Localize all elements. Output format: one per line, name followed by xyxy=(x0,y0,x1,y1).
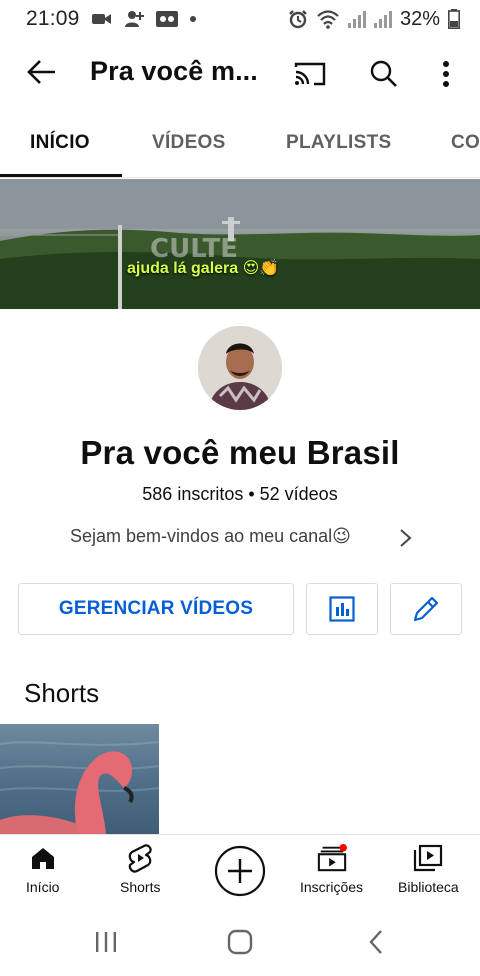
wifi-icon xyxy=(316,9,340,29)
pencil-icon xyxy=(411,594,441,624)
tab-indicator xyxy=(0,174,122,177)
alarm-icon xyxy=(288,9,308,29)
short-thumbnail[interactable] xyxy=(0,724,159,834)
channel-name: Pra você meu Brasil xyxy=(80,434,400,471)
cast-icon[interactable] xyxy=(292,56,328,92)
signal-icon xyxy=(347,10,366,28)
channel-banner: CULTE ajuda lá galera 😍👏 xyxy=(0,179,480,309)
tab-inicio[interactable]: INÍCIO xyxy=(30,132,90,154)
chevron-right-icon[interactable] xyxy=(396,526,416,550)
channel-stats: 586 inscritos • 52 vídeos xyxy=(142,484,338,504)
tab-playlists[interactable]: PLAYLISTS xyxy=(286,132,391,154)
video-icon xyxy=(91,12,112,26)
library-icon xyxy=(413,843,443,873)
more-vert-icon[interactable] xyxy=(430,56,462,92)
tab-videos[interactable]: VÍDEOS xyxy=(152,132,226,154)
nav-item-shorts[interactable]: Shorts xyxy=(120,843,160,895)
nav-item-home[interactable]: Início xyxy=(26,843,59,895)
shorts-icon xyxy=(125,843,155,873)
home-button-icon[interactable] xyxy=(224,928,256,956)
manage-videos-button[interactable]: GERENCIAR VÍDEOS xyxy=(18,583,294,635)
channel-description[interactable]: Sejam bem-vindos ao meu canal😉 xyxy=(70,526,351,547)
system-nav-bar xyxy=(0,908,480,976)
nav-item-library[interactable]: Biblioteca xyxy=(398,843,459,895)
app-bar: Pra você m... xyxy=(0,40,480,106)
person-add-icon xyxy=(124,10,144,28)
channel-tabs: INÍCIO VÍDEOS PLAYLISTS CO xyxy=(0,110,480,178)
nav-item-subscriptions[interactable]: Inscrições xyxy=(300,843,363,895)
analytics-button[interactable] xyxy=(306,583,378,635)
nav-label-home: Início xyxy=(26,879,60,895)
create-button[interactable] xyxy=(214,845,266,897)
page-title: Pra você m... xyxy=(90,56,258,86)
back-arrow-icon[interactable] xyxy=(24,54,60,90)
channel-avatar xyxy=(198,326,282,410)
signal-icon xyxy=(373,10,392,28)
bar-chart-icon xyxy=(329,596,355,622)
voicemail-icon xyxy=(155,11,178,27)
subscriptions-icon xyxy=(317,843,347,873)
nav-label-shorts: Shorts xyxy=(120,879,161,895)
home-icon xyxy=(28,843,58,873)
back-icon[interactable] xyxy=(360,928,392,956)
nav-label-subscriptions: Inscrições xyxy=(300,879,364,895)
bottom-nav: Início Shorts Inscrições Biblioteca xyxy=(0,834,480,908)
edit-channel-button[interactable] xyxy=(390,583,462,635)
tab-community[interactable]: CO xyxy=(451,132,480,154)
status-time: 21:09 xyxy=(26,7,80,30)
search-icon[interactable] xyxy=(366,56,402,92)
battery-icon xyxy=(448,9,460,29)
create-plus-icon xyxy=(214,845,266,897)
status-bar: 21:09 32% xyxy=(0,0,480,38)
dot-icon xyxy=(189,16,196,22)
recents-icon[interactable] xyxy=(90,928,122,956)
battery-text: 32% xyxy=(399,7,440,30)
banner-caption: ajuda lá galera 😍👏 xyxy=(127,260,280,277)
nav-label-library: Biblioteca xyxy=(398,879,459,895)
shorts-section-title: Shorts xyxy=(24,678,100,708)
